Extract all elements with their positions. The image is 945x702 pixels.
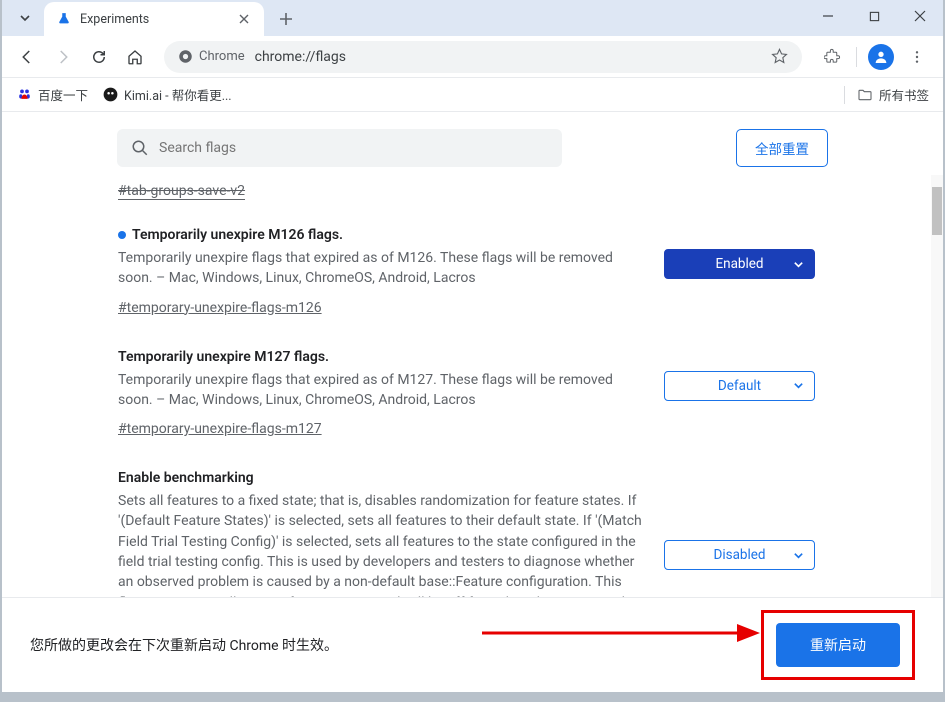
chevron-down-icon (793, 380, 804, 391)
reset-all-button[interactable]: 全部重置 (736, 129, 828, 167)
window-controls (805, 0, 943, 32)
bookmark-label: Kimi.ai - 帮你看更... (124, 85, 232, 104)
flag-title: Temporarily unexpire M126 flags. (118, 227, 644, 243)
home-button[interactable] (120, 42, 150, 72)
scheme-label: Chrome (199, 49, 245, 64)
star-icon[interactable] (771, 48, 788, 65)
search-icon (131, 139, 149, 157)
toolbar: Chrome chrome://flags (2, 36, 943, 78)
bookmarks-bar: 百度一下 Kimi.ai - 帮你看更... 所有书签 (2, 78, 943, 112)
close-window-button[interactable] (897, 0, 943, 32)
modified-indicator-icon (118, 231, 126, 239)
url-text: chrome://flags (255, 49, 761, 65)
bookmark-label: 百度一下 (38, 85, 88, 104)
reload-button[interactable] (84, 42, 114, 72)
restart-button[interactable]: 重新启动 (776, 623, 900, 667)
close-icon[interactable] (236, 11, 252, 27)
flag-title: Enable benchmarking (118, 470, 644, 486)
flag-anchor-partial[interactable]: #tab-groups-save-v2 (118, 183, 815, 199)
flag-dropdown[interactable]: Enabled (664, 249, 815, 279)
maximize-button[interactable] (851, 0, 897, 32)
chevron-down-icon (793, 550, 804, 561)
restart-message: 您所做的更改会在下次重新启动 Chrome 时生效。 (30, 635, 338, 655)
tab-search-dropdown[interactable] (10, 4, 40, 32)
address-bar[interactable]: Chrome chrome://flags (164, 41, 802, 73)
bookmark-item-kimi[interactable]: Kimi.ai - 帮你看更... (102, 85, 232, 104)
minimize-button[interactable] (805, 0, 851, 32)
flag-anchor-link[interactable]: #temporary-unexpire-flags-m126 (118, 300, 322, 316)
flag-description: Temporarily unexpire flags that expired … (118, 370, 644, 411)
menu-button[interactable] (901, 41, 933, 73)
flag-dropdown[interactable]: Default (664, 371, 815, 401)
search-flags-box[interactable] (117, 129, 562, 167)
flag-item: Temporarily unexpire M126 flags. Tempora… (118, 227, 815, 316)
flag-value: Default (718, 378, 761, 394)
flag-title: Temporarily unexpire M127 flags. (118, 349, 644, 365)
flag-anchor-link[interactable]: #temporary-unexpire-flags-m127 (118, 421, 322, 437)
content-area: 全部重置 #tab-groups-save-v2 Temporarily une… (2, 112, 943, 692)
flags-header: 全部重置 (2, 122, 943, 174)
flag-dropdown[interactable]: Disabled (664, 540, 815, 570)
divider (844, 86, 845, 104)
flag-value: Enabled (715, 256, 763, 272)
flask-icon (56, 11, 72, 27)
chevron-down-icon (19, 12, 31, 24)
search-input[interactable] (159, 140, 548, 156)
folder-icon (857, 87, 873, 103)
browser-tab[interactable]: Experiments (44, 2, 264, 36)
flag-value: Disabled (713, 547, 765, 563)
chevron-down-icon (793, 259, 804, 270)
avatar-icon (868, 44, 894, 70)
scrollbar-thumb[interactable] (932, 187, 942, 235)
extensions-button[interactable] (816, 41, 848, 73)
baidu-icon (16, 87, 32, 103)
kimi-icon (102, 87, 118, 103)
new-tab-button[interactable] (272, 5, 300, 33)
flag-description: Sets all features to a fixed state; that… (118, 491, 644, 597)
all-bookmarks-button[interactable]: 所有书签 (857, 85, 929, 104)
flag-item: Temporarily unexpire M127 flags. Tempora… (118, 349, 815, 438)
annotation-highlight: 重新启动 (761, 610, 915, 680)
scrollbar[interactable] (931, 175, 943, 597)
browser-window: Experiments Chrome chrome://flags (2, 0, 943, 692)
forward-button[interactable] (48, 42, 78, 72)
chrome-scheme-icon: Chrome (178, 49, 245, 64)
all-bookmarks-label: 所有书签 (879, 85, 929, 104)
flags-list[interactable]: #tab-groups-save-v2 Temporarily unexpire… (2, 175, 931, 597)
toolbar-divider (856, 47, 857, 67)
bookmark-item-baidu[interactable]: 百度一下 (16, 85, 88, 104)
restart-bar: 您所做的更改会在下次重新启动 Chrome 时生效。 重新启动 (2, 597, 943, 692)
flag-description: Temporarily unexpire flags that expired … (118, 248, 644, 289)
titlebar: Experiments (2, 0, 943, 36)
flag-item: Enable benchmarking Sets all features to… (118, 470, 815, 597)
tab-title: Experiments (80, 12, 228, 27)
back-button[interactable] (12, 42, 42, 72)
profile-button[interactable] (865, 41, 897, 73)
